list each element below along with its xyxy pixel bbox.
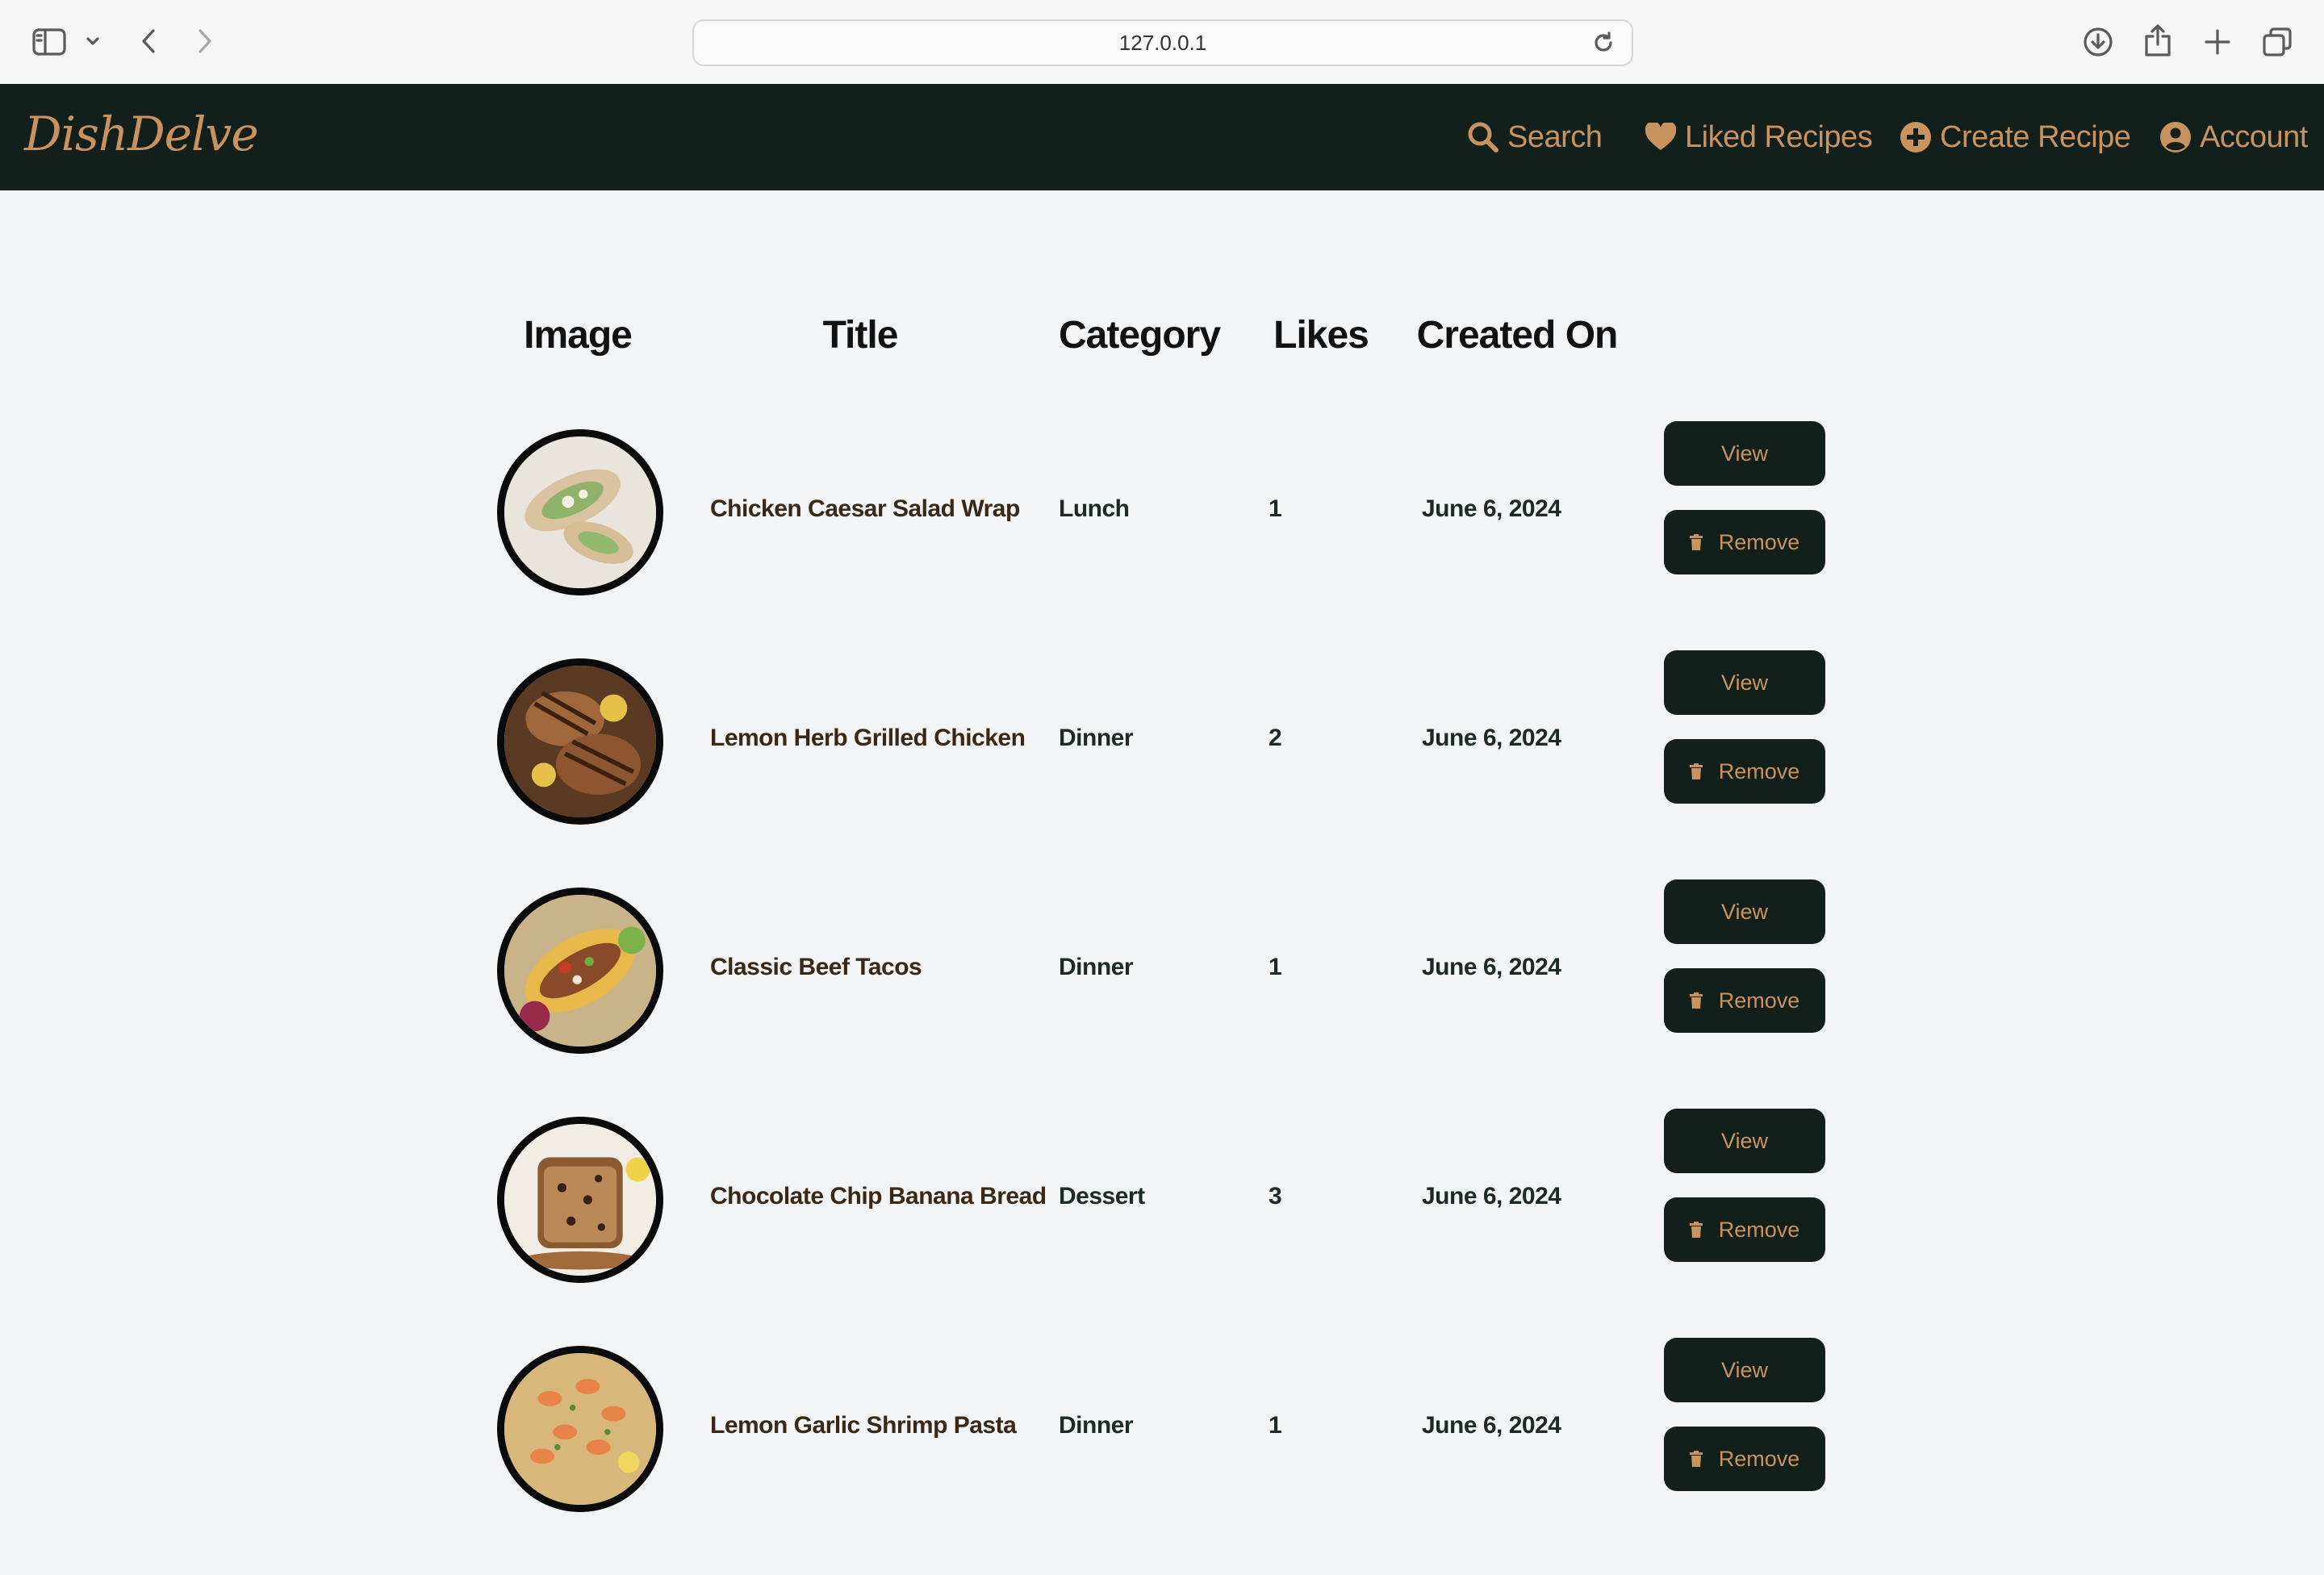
recipe-title: Lemon Garlic Shrimp Pasta <box>710 1412 1017 1439</box>
nav-account-label: Account <box>2200 119 2308 154</box>
heart-icon <box>1645 123 1677 152</box>
user-circle-icon <box>2159 121 2192 153</box>
table-row: Classic Beef Tacos Dinner 1 June 6, 2024… <box>0 879 2324 1117</box>
nav-create-recipe[interactable]: Create Recipe <box>1900 118 2131 157</box>
remove-button-label: Remove <box>1718 1446 1800 1471</box>
remove-button[interactable]: Remove <box>1664 739 1825 804</box>
recipe-title: Chicken Caesar Salad Wrap <box>710 495 1020 522</box>
recipe-category: Dinner <box>1059 725 1134 751</box>
nav-search-label: Search <box>1507 119 1603 154</box>
nav-search[interactable]: Search <box>1467 118 1603 157</box>
table-row: Lemon Garlic Shrimp Pasta Dinner 1 June … <box>0 1338 2324 1575</box>
view-button[interactable]: View <box>1664 879 1825 944</box>
recipe-title: Chocolate Chip Banana Bread <box>710 1183 1047 1209</box>
nav-create-label: Create Recipe <box>1940 119 2131 154</box>
chevron-down-icon[interactable] <box>84 32 102 50</box>
download-icon[interactable] <box>2080 24 2116 60</box>
header-likes: Likes <box>1273 314 1369 357</box>
banana-bread-photo <box>504 1124 656 1276</box>
recipe-thumbnail[interactable] <box>497 1117 663 1283</box>
trash-icon <box>1689 992 1703 1009</box>
address-bar[interactable]: 127.0.0.1 <box>692 19 1633 66</box>
back-arrow-icon[interactable] <box>136 24 161 58</box>
view-button-label: View <box>1720 441 1769 466</box>
remove-button[interactable]: Remove <box>1664 1197 1825 1262</box>
recipe-thumbnail[interactable] <box>497 658 663 825</box>
url-text: 127.0.0.1 <box>1118 30 1207 55</box>
share-icon[interactable] <box>2140 21 2176 60</box>
recipe-likes: 3 <box>1269 1183 1282 1209</box>
beef-tacos-photo <box>504 895 656 1047</box>
shrimp-pasta-photo <box>504 1353 656 1505</box>
recipe-likes: 1 <box>1269 954 1282 980</box>
header-image: Image <box>524 314 633 357</box>
forward-arrow-icon[interactable] <box>192 24 218 58</box>
view-button-label: View <box>1720 899 1769 924</box>
recipe-title: Classic Beef Tacos <box>710 954 922 980</box>
grilled-chicken-photo <box>504 666 656 817</box>
recipe-created-on: June 6, 2024 <box>1422 954 1561 980</box>
recipe-created-on: June 6, 2024 <box>1422 495 1561 522</box>
table-row: Chicken Caesar Salad Wrap Lunch 1 June 6… <box>0 421 2324 658</box>
recipe-category: Lunch <box>1059 495 1130 522</box>
browser-toolbar: 127.0.0.1 <box>0 0 2324 86</box>
recipe-title: Lemon Herb Grilled Chicken <box>710 725 1026 751</box>
recipe-thumbnail[interactable] <box>497 888 663 1054</box>
nav-liked-recipes[interactable]: Liked Recipes <box>1645 118 1873 157</box>
recipe-likes: 1 <box>1269 1412 1282 1439</box>
remove-button-label: Remove <box>1718 988 1800 1013</box>
remove-button[interactable]: Remove <box>1664 968 1825 1033</box>
table-row: Chocolate Chip Banana Bread Dessert 3 Ju… <box>0 1109 2324 1346</box>
view-button-label: View <box>1720 670 1769 695</box>
remove-button-label: Remove <box>1718 529 1800 554</box>
view-button[interactable]: View <box>1664 1109 1825 1173</box>
view-button[interactable]: View <box>1664 650 1825 715</box>
view-button[interactable]: View <box>1664 421 1825 486</box>
remove-button[interactable]: Remove <box>1664 1427 1825 1491</box>
remove-button-label: Remove <box>1718 758 1800 783</box>
brand-logo[interactable]: DishDelve <box>24 107 259 161</box>
recipe-category: Dinner <box>1059 954 1134 980</box>
nav-account[interactable]: Account <box>2159 118 2308 157</box>
recipe-likes: 1 <box>1269 495 1282 522</box>
trash-icon <box>1689 1222 1703 1238</box>
remove-button[interactable]: Remove <box>1664 510 1825 574</box>
trash-icon <box>1689 1451 1703 1467</box>
header-category: Category <box>1058 314 1221 357</box>
table-row: Lemon Herb Grilled Chicken Dinner 2 June… <box>0 650 2324 888</box>
recipe-thumbnail[interactable] <box>497 429 663 595</box>
reload-icon[interactable] <box>1591 31 1616 61</box>
search-icon <box>1467 121 1499 153</box>
new-tab-icon[interactable] <box>2200 24 2235 60</box>
view-button[interactable]: View <box>1664 1338 1825 1402</box>
view-button-label: View <box>1720 1357 1769 1382</box>
trash-icon <box>1689 534 1703 550</box>
plus-circle-icon <box>1900 121 1932 153</box>
header-created-on: Created On <box>1416 314 1619 357</box>
recipe-likes: 2 <box>1269 725 1282 751</box>
recipe-category: Dessert <box>1059 1183 1145 1209</box>
nav-liked-label: Liked Recipes <box>1685 119 1873 154</box>
sidebar-toggle-icon[interactable] <box>31 24 68 60</box>
trash-icon <box>1689 763 1703 779</box>
recipe-thumbnail[interactable] <box>497 1346 663 1512</box>
recipe-created-on: June 6, 2024 <box>1422 725 1561 751</box>
chicken-caesar-wrap-photo <box>504 437 656 588</box>
header-title: Title <box>822 314 899 357</box>
recipe-created-on: June 6, 2024 <box>1422 1412 1561 1439</box>
tab-overview-icon[interactable] <box>2259 24 2295 60</box>
recipe-created-on: June 6, 2024 <box>1422 1183 1561 1209</box>
view-button-label: View <box>1720 1128 1769 1153</box>
app-navbar: DishDelve Search Liked Recipes Create Re… <box>0 84 2324 190</box>
recipe-category: Dinner <box>1059 1412 1134 1439</box>
remove-button-label: Remove <box>1718 1217 1800 1242</box>
